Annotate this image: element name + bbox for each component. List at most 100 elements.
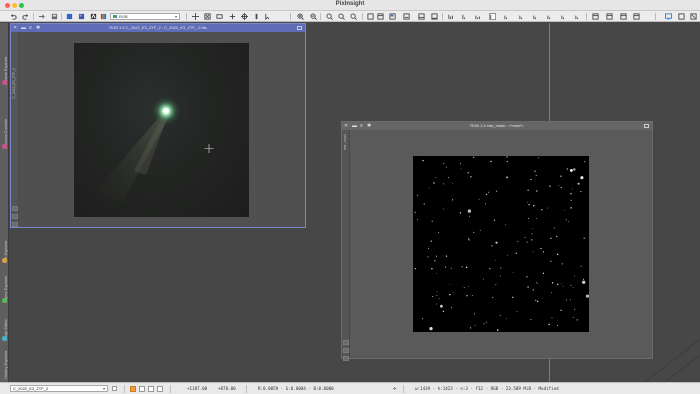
star [492, 297, 494, 299]
star [551, 282, 554, 284]
colorspace-select[interactable]: RGB ▾ [110, 13, 180, 20]
star [548, 323, 550, 326]
layout-4-icon[interactable] [633, 13, 640, 20]
ruler-mode-icon[interactable] [157, 386, 163, 392]
channel-green-icon[interactable] [519, 13, 526, 20]
fullscreen-icon[interactable] [678, 13, 685, 20]
view-select-label: C_2022_E3_ZTF_2 [13, 386, 49, 391]
star [473, 156, 475, 158]
dock-tab-script-editor[interactable]: Script Editor [0, 305, 9, 341]
undo-icon[interactable] [10, 13, 17, 20]
star [449, 293, 451, 296]
star [442, 183, 444, 185]
grid-mode-icon[interactable] [148, 386, 154, 392]
levels-icon[interactable] [489, 13, 496, 20]
star [436, 303, 438, 305]
star [460, 168, 462, 170]
layout-2-icon[interactable] [606, 13, 613, 20]
cursor-icon[interactable] [264, 13, 271, 20]
channel-alpha-icon[interactable] [561, 13, 568, 20]
zoom-fit-icon[interactable] [338, 13, 345, 20]
star [515, 252, 517, 254]
lock-icon[interactable] [12, 222, 18, 227]
maximize-icon[interactable] [644, 124, 649, 128]
pan-icon[interactable] [192, 13, 199, 20]
window-restore-icon[interactable] [431, 13, 438, 20]
star [449, 284, 451, 286]
star [560, 309, 562, 311]
view-select[interactable]: C_2022_E3_ZTF_2 ▾ [10, 385, 108, 392]
star [532, 289, 535, 291]
dock-tab-process-console[interactable]: Process Console [0, 87, 9, 149]
expand-icon[interactable] [690, 13, 697, 20]
channel-blue-icon[interactable] [533, 13, 540, 20]
monitor-icon[interactable] [665, 13, 672, 20]
toolbar-separator [290, 13, 291, 20]
window-all-icon[interactable] [418, 13, 425, 20]
comet-image[interactable] [74, 43, 249, 217]
zoom-window-icon[interactable] [350, 13, 357, 20]
window-titlebar[interactable]: ✕ ▬ ≡ ✱ RGB 1:3 C_2022_E3_ZTF_2 : C_2022… [11, 24, 305, 32]
star [491, 245, 493, 247]
maximize-icon[interactable] [297, 26, 302, 30]
statistics-icon[interactable] [475, 13, 482, 20]
channel-lum-icon[interactable] [547, 13, 554, 20]
cursor-mode-icon[interactable] [130, 386, 136, 392]
dock-tab-format-explorer[interactable]: Format Explorer [0, 25, 9, 85]
preview-toggle-icon[interactable] [12, 214, 18, 219]
star [442, 310, 445, 313]
save-icon[interactable] [51, 13, 58, 20]
window-cascade-icon[interactable] [377, 13, 384, 20]
dock-tab-file-explorer[interactable]: File Explorer [0, 223, 9, 263]
star [573, 168, 576, 171]
window-minimize-icon[interactable] [403, 13, 410, 20]
readout-icon[interactable] [253, 13, 260, 20]
layout-1-icon[interactable] [592, 13, 599, 20]
mask-toggle-icon[interactable] [343, 340, 349, 345]
layout-3-icon[interactable] [620, 13, 627, 20]
star [505, 318, 507, 320]
toolbar-separator [442, 13, 443, 20]
move-icon[interactable] [229, 13, 236, 20]
mask-icon[interactable] [575, 13, 582, 20]
star [468, 285, 470, 287]
status-separator [246, 385, 247, 393]
curves-icon[interactable] [462, 13, 469, 20]
zoom-1-icon[interactable] [326, 13, 333, 20]
dock-tab-label: History Explorer [3, 350, 8, 379]
fit-view-icon[interactable] [204, 13, 211, 20]
new-image-icon[interactable] [78, 13, 85, 20]
toolbar-separator [186, 13, 187, 20]
lock-icon[interactable] [343, 356, 349, 361]
window-titlebar[interactable]: ✕ ▬ ≡ ✱ RGB 1:3 star_mask : <*new*> [342, 122, 652, 130]
view-options-icon[interactable] [112, 386, 117, 391]
open-icon[interactable] [38, 13, 45, 20]
readout-mode-icon[interactable] [139, 386, 145, 392]
star [428, 187, 430, 189]
zoom-in-icon[interactable] [297, 13, 304, 20]
zoom-out-icon[interactable] [310, 13, 317, 20]
window-tile-icon[interactable] [367, 13, 374, 20]
mask-toggle-icon[interactable] [12, 206, 18, 211]
star [536, 283, 538, 285]
dock-tab-object-explorer[interactable]: Object Explorer [0, 265, 9, 303]
dock-tab-history-explorer[interactable]: History Explorer [0, 343, 9, 379]
preview-icon[interactable] [66, 13, 73, 20]
star [572, 188, 573, 190]
color-mode-icon[interactable] [100, 13, 107, 20]
star [556, 324, 559, 327]
histogram-icon[interactable] [448, 13, 455, 20]
star [572, 286, 574, 288]
star-mask-image[interactable] [413, 156, 589, 332]
star [467, 238, 470, 240]
channel-red-icon[interactable] [504, 13, 511, 20]
status-separator [403, 385, 404, 393]
star [452, 199, 454, 201]
pixel-value-readout: R:0.0059 · G:0.0004 · B:0.0000 [258, 386, 334, 391]
zoom-region-icon[interactable] [216, 13, 223, 20]
preview-toggle-icon[interactable] [343, 348, 349, 353]
center-icon[interactable] [241, 13, 248, 20]
stf-icon[interactable] [90, 13, 97, 20]
redo-icon[interactable] [22, 13, 29, 20]
window-front-icon[interactable] [389, 13, 396, 20]
